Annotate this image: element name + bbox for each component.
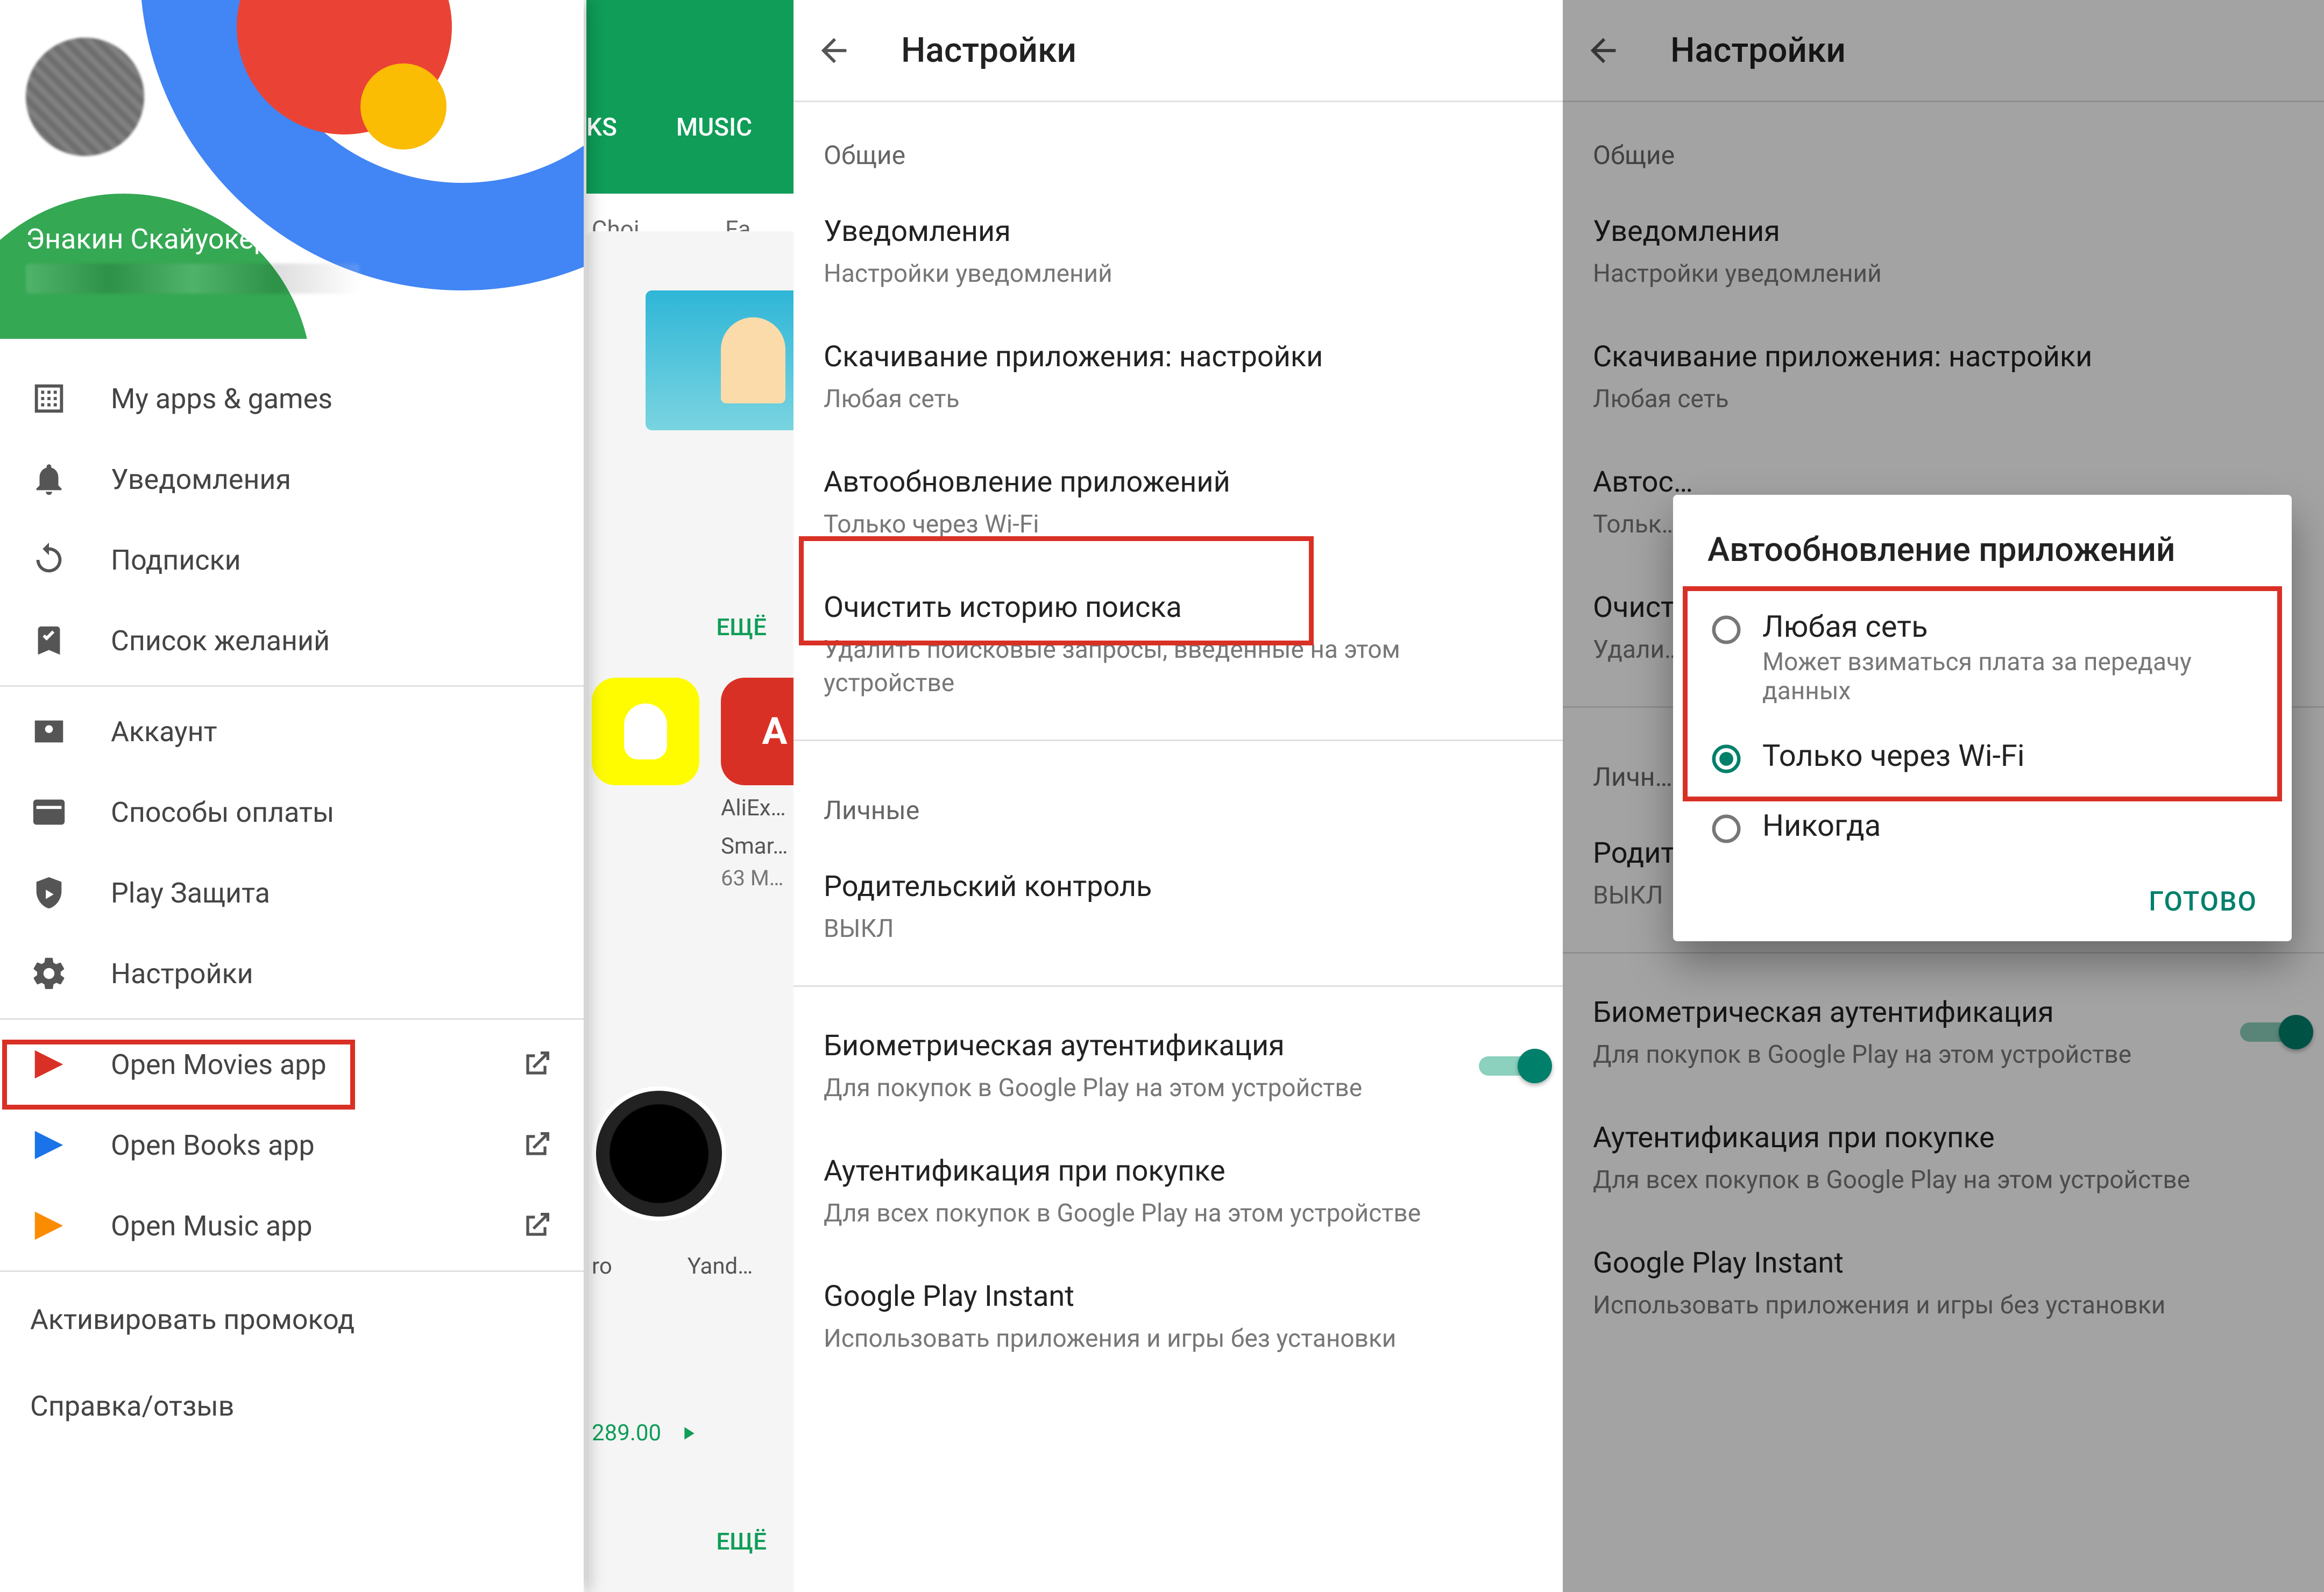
drawer-item-label: Play Защита [111,877,270,909]
divider [793,740,1563,741]
open-external-icon [519,1128,554,1162]
drawer-item-subscriptions[interactable]: Подписки [0,520,584,600]
divider [0,1018,584,1020]
app-sub: Smar… [721,832,793,862]
play-music-icon [30,1207,68,1245]
settings-list-general: Уведомления Настройки уведомлений Скачив… [793,189,1563,723]
screenshot-3: Настройки Общие Уведомления Настройки ув… [1563,0,2324,1592]
page-title: Настройки [901,30,1076,70]
divider [0,1270,584,1272]
drawer-item-wishlist[interactable]: Список желаний [0,600,584,681]
bookmark-icon [30,622,68,659]
toggle-biometric[interactable] [1479,1051,1549,1081]
user-name: Энакин Скайуокер [26,223,270,255]
settings-list-personal: Родительский контроль ВЫКЛ Биометрическа… [793,844,1563,1379]
drawer-item-notifications[interactable]: Уведомления [0,439,584,520]
tab-music[interactable]: MUSIC [676,113,752,142]
dialog-done-button[interactable]: ГОТОВО [1707,886,2257,918]
drawer-item-movies-app[interactable]: Open Movies app [0,1024,584,1105]
drawer-item-label: Подписки [111,544,241,577]
app-icon-generic[interactable] [592,1086,726,1221]
more-button-2[interactable]: ЕЩЁ [716,1527,767,1555]
app-icon-aliexpress[interactable]: A [721,678,793,785]
play-movies-icon [30,1046,68,1083]
bell-icon [30,460,68,498]
tab-books[interactable]: KS [586,113,617,142]
drawer-item-label: Open Books app [111,1129,315,1162]
drawer-item-books-app[interactable]: Open Books app [0,1105,584,1185]
drawer-item-label: Уведомления [111,463,291,496]
screenshot-2: Настройки Общие Уведомления Настройки ув… [793,0,1563,1592]
drawer-item-promo[interactable]: Активировать промокод [0,1276,584,1363]
drawer-item-music-app[interactable]: Open Music app [0,1185,584,1266]
navigation-drawer: Энакин Скайуокер My apps & games Уведомл… [0,0,584,1592]
app-size: 63 M… [721,865,793,891]
settings-header: Настройки [793,0,1563,102]
drawer-item-label: Аккаунт [111,715,217,748]
radio-unchecked-icon [1710,812,1743,845]
auto-update-dialog: Автообновление приложений Любая сеть Мож… [1673,495,2292,941]
drawer-item-payment[interactable]: Способы оплаты [0,772,584,852]
dialog-option-any-network[interactable]: Любая сеть Может взиматься плата за пере… [1707,593,2257,722]
refresh-icon [30,541,68,579]
settings-item-auto-update[interactable]: Автообновление приложений Только через W… [793,439,1563,565]
drawer-item-help[interactable]: Справка/отзыв [0,1363,584,1449]
drawer-item-label: Список желаний [111,624,330,657]
drawer-item-label: My apps & games [111,382,332,415]
section-general: Общие [793,102,1563,189]
divider [793,985,1563,987]
settings-item-parental[interactable]: Родительский контроль ВЫКЛ [793,844,1563,969]
app-row: A AliEx… Smar… 63 M… [592,678,793,891]
open-external-icon [519,1209,554,1243]
settings-item-biometric[interactable]: Биометрическая аутентификация Для покупо… [793,1003,1563,1128]
drawer-item-settings[interactable]: Настройки [0,933,584,1014]
drawer-item-account[interactable]: Аккаунт [0,691,584,772]
promo-image[interactable] [646,290,793,430]
settings-item-clear-history[interactable]: Очистить историю поиска Удалить поисковы… [793,565,1563,723]
drawer-item-label: Способы оплаты [111,796,334,829]
dialog-title: Автообновление приложений [1707,529,2257,571]
dialog-option-wifi-only[interactable]: Только через Wi-Fi [1707,722,2257,792]
radio-checked-icon [1710,742,1743,776]
settings-item-auth-purchase[interactable]: Аутентификация при покупке Для всех поку… [793,1128,1563,1254]
play-triangle-icon [677,1423,699,1444]
card-icon [30,793,68,831]
drawer-item-my-apps[interactable]: My apps & games [0,358,584,439]
drawer-item-label: Open Movies app [111,1048,327,1081]
more-button[interactable]: ЕЩЁ [716,613,767,641]
drawer-header[interactable]: Энакин Скайуокер [0,0,584,339]
app-name: ro [592,1253,612,1280]
divider [0,685,584,687]
app-name: Yand… [688,1253,753,1280]
drawer-item-label: Open Music app [111,1210,313,1242]
app-price: 289.00 [592,1420,661,1446]
drawer-list: My apps & games Уведомления Подписки Спи… [0,339,584,1592]
user-email-blurred [26,264,359,294]
settings-item-notifications[interactable]: Уведомления Настройки уведомлений [793,189,1563,314]
section-personal: Личные [793,757,1563,844]
open-external-icon [519,1047,554,1082]
app-icon-snapchat[interactable] [592,678,699,785]
settings-item-download[interactable]: Скачивание приложения: настройки Любая с… [793,314,1563,439]
avatar[interactable] [26,38,144,156]
apps-icon [30,380,68,417]
drawer-item-protect[interactable]: Play Защита [0,852,584,933]
dialog-option-never[interactable]: Никогда [1707,792,2257,862]
back-arrow-icon[interactable] [815,32,853,69]
screenshot-1: KS MUSIC Choi… Fa… ЕЩЁ A AliEx… Smar… 63… [0,0,793,1592]
app-row-2 [592,1086,793,1223]
gear-icon [30,955,68,992]
drawer-item-label: Настройки [111,957,253,990]
account-icon [30,713,68,750]
play-books-icon [30,1126,68,1164]
radio-unchecked-icon [1710,613,1743,646]
settings-item-instant[interactable]: Google Play Instant Использовать приложе… [793,1254,1563,1379]
app-name: AliEx… [721,794,793,823]
shield-icon [30,874,68,912]
